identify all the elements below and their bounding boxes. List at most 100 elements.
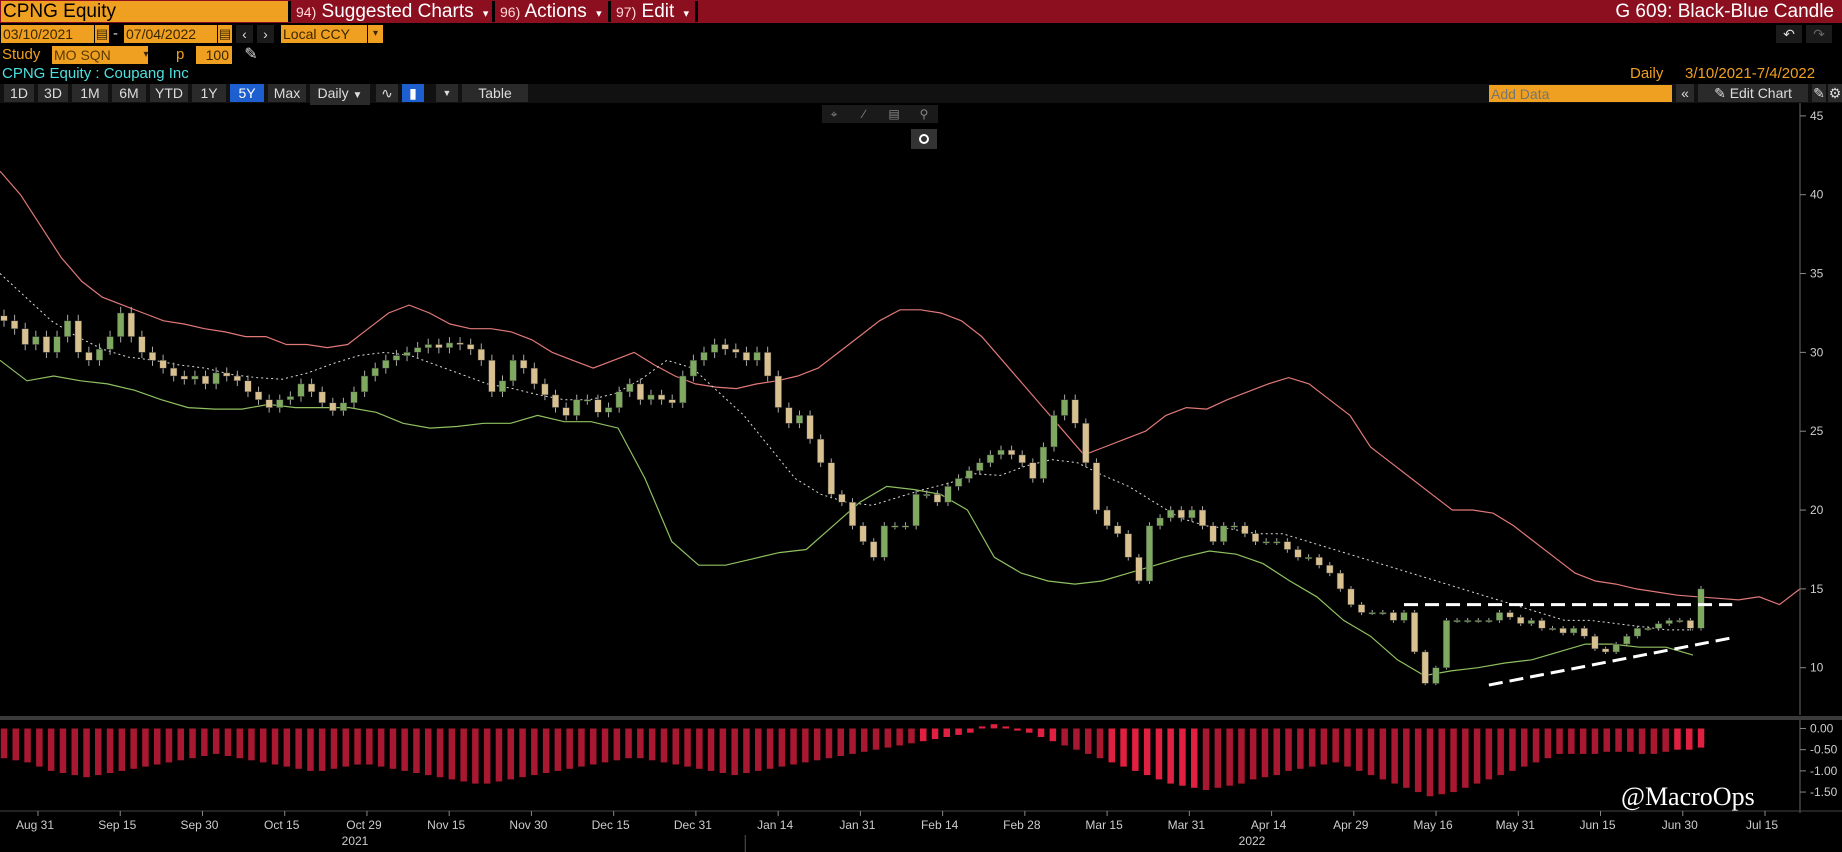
edit-chart-button[interactable]: ✎ Edit Chart	[1698, 84, 1808, 102]
oscillator-bar	[1285, 728, 1292, 771]
candle-up	[1145, 525, 1154, 582]
oscillator-bar	[719, 728, 727, 773]
oscillator-bar	[1344, 728, 1351, 767]
candle-up	[1485, 620, 1493, 623]
period-field[interactable]: 100	[196, 46, 232, 64]
oscillator-bar	[1191, 728, 1198, 788]
header-divider	[695, 1, 698, 22]
time-tick-label: Jan 14	[757, 818, 793, 832]
price-tick-label: 30	[1810, 345, 1824, 359]
period-select[interactable]: Daily ▼	[310, 84, 370, 105]
candle-up	[700, 352, 708, 361]
candle-up	[880, 525, 888, 558]
oscillator-bar	[1627, 728, 1634, 752]
oscillator-bar	[1356, 728, 1363, 771]
candle-down	[1336, 572, 1344, 590]
security-info: CPNG Equity : Coupang Inc Daily 3/10/202…	[0, 65, 1842, 83]
oscillator-bar	[12, 728, 19, 761]
oscillator-bar	[778, 728, 786, 767]
suggested-charts-menu[interactable]: 94) Suggested Charts ▾	[296, 1, 488, 22]
tab-max[interactable]: Max	[268, 84, 306, 102]
candle-up	[1665, 620, 1673, 624]
candle-down	[1029, 462, 1037, 479]
date-range-label: 3/10/2021-7/4/2022	[1685, 65, 1816, 82]
chart-toggle[interactable]	[911, 129, 937, 149]
calendar-icon[interactable]: ▤	[95, 25, 109, 43]
candle-down	[223, 372, 231, 377]
oscillator-tick-label: -1.00	[1810, 764, 1838, 778]
oscillator-bar	[1179, 728, 1186, 786]
annotation-icon[interactable]: ▤	[888, 107, 899, 121]
calendar-icon[interactable]: ▤	[218, 25, 232, 43]
table-button[interactable]: Table	[462, 84, 528, 102]
candle-down	[1198, 509, 1207, 527]
oscillator-bar	[460, 728, 467, 782]
edit-layout-icon[interactable]: ✎	[1812, 84, 1826, 102]
header-divider	[492, 1, 495, 22]
candle-up	[106, 336, 114, 350]
candle-down	[562, 407, 570, 416]
end-date-field[interactable]: 07/04/2022	[124, 25, 217, 43]
oscillator-bar	[802, 728, 809, 763]
candle-up	[212, 372, 220, 385]
candle-down	[658, 394, 666, 400]
oscillator-bar	[201, 728, 208, 756]
chevron-down-icon[interactable]: ▼	[436, 84, 458, 102]
tab-6m[interactable]: 6M	[112, 84, 146, 102]
oscillator-bar	[861, 728, 868, 752]
study-field[interactable]: MO SQN	[52, 46, 148, 64]
chevron-down-icon[interactable]: ▾	[368, 25, 383, 43]
candle-down	[233, 375, 241, 381]
oscillator-tick-label: 0.00	[1810, 721, 1834, 735]
oscillator-bar	[1544, 728, 1552, 759]
candle-down	[159, 360, 167, 369]
candle-chart-icon[interactable]: ▮	[402, 84, 424, 102]
crosshair-icon[interactable]: ⌖	[831, 107, 838, 121]
candle-down	[1071, 399, 1079, 424]
tab-3d[interactable]: 3D	[38, 84, 68, 102]
candle-up	[424, 344, 432, 348]
redo-icon[interactable]: ↷	[1806, 25, 1832, 43]
time-tick-label: Apr 29	[1333, 818, 1369, 832]
line-chart-icon[interactable]: ∿	[376, 84, 398, 102]
start-date-field[interactable]: 03/10/2021	[1, 25, 94, 43]
collapse-icon[interactable]: «	[1676, 84, 1694, 102]
candle-up	[1220, 525, 1228, 542]
tab-1y[interactable]: 1Y	[192, 84, 226, 102]
pencil-icon[interactable]: ✎	[242, 46, 260, 64]
candle-down	[1092, 462, 1101, 511]
oscillator-bar	[1662, 728, 1669, 752]
candle-down	[148, 352, 157, 361]
undo-icon[interactable]: ↶	[1776, 25, 1802, 43]
bollinger-bands	[0, 170, 1801, 677]
oscillator-bar	[1143, 728, 1151, 776]
candle-up	[944, 486, 952, 503]
security-name: CPNG Equity : Coupang Inc	[2, 65, 189, 82]
tab-1d[interactable]: 1D	[4, 84, 34, 102]
add-data-input[interactable]	[1489, 85, 1672, 102]
oscillator-bar	[224, 728, 232, 756]
tab-ytd[interactable]: YTD	[150, 84, 188, 102]
trend-lines	[1404, 603, 1733, 687]
tab-5y[interactable]: 5Y	[230, 84, 264, 102]
candle-up	[286, 396, 294, 400]
candle-up	[1633, 628, 1641, 637]
candle-down	[329, 402, 337, 411]
zoom-icon[interactable]: ⚲	[920, 107, 929, 121]
edit-menu[interactable]: 97) Edit ▾	[616, 1, 689, 22]
oscillator-bar	[849, 728, 856, 754]
oscillator-bar	[366, 728, 373, 765]
oscillator-bar	[519, 728, 526, 778]
ticker-field[interactable]: CPNG Equity	[1, 1, 288, 22]
chevron-left-icon[interactable]: ‹	[236, 25, 253, 43]
tab-1m[interactable]: 1M	[72, 84, 108, 102]
oscillator-bar	[542, 728, 550, 773]
oscillator-bar	[578, 728, 585, 767]
frequency-label: Daily	[1630, 65, 1664, 82]
gear-icon[interactable]: ⚙	[1828, 84, 1842, 102]
candle-down	[721, 344, 729, 350]
price-chart[interactable]: ⌖ ∕ ▤ ⚲ 10 15 20 25 30 35 40 45 0.00 -0.50 -1.00 -…	[0, 103, 1842, 852]
chevron-right-icon[interactable]: ›	[257, 25, 274, 43]
actions-menu[interactable]: 96) Actions ▾	[500, 1, 602, 22]
currency-select[interactable]: Local CCY	[281, 25, 367, 43]
